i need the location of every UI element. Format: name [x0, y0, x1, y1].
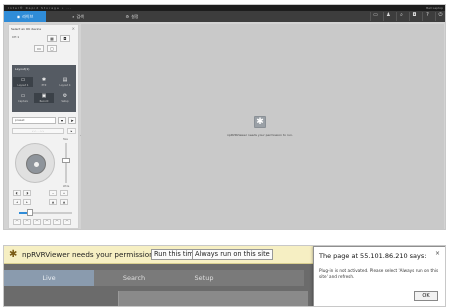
layout-icon[interactable]: ▭	[370, 12, 380, 21]
ptz-button[interactable]: ✱ PTZ	[34, 77, 54, 87]
grid-icon[interactable]: ▦	[47, 35, 57, 42]
camera-icon[interactable]: ◘	[409, 12, 419, 21]
screenshot-composite: Intel® Rapid Storage • ... Bell Laptop ◉…	[0, 0, 450, 308]
layout-4-label: Layout 4	[59, 84, 71, 87]
arrow-icon[interactable]: ▸	[67, 128, 76, 134]
zoom-in-icon[interactable]: +	[60, 190, 68, 196]
setup-label: Setup	[61, 100, 69, 103]
tab-live[interactable]: ◉ 라이브	[4, 11, 46, 22]
layout-1-label: Layout 1	[17, 84, 29, 87]
gear-icon: ⚙	[62, 93, 68, 99]
plugin-permission-message: npRVRViewer needs your permission to run…	[227, 133, 293, 137]
layout-icon: ▭	[20, 77, 26, 83]
tab-search[interactable]: Search	[104, 270, 164, 286]
camera-icon[interactable]: ◘	[60, 35, 70, 42]
tab-search-label: 검색	[76, 14, 84, 19]
alert-dialog: The page at 55.101.86.210 says: × Plug-i…	[313, 246, 445, 306]
help-icon[interactable]: ?	[422, 12, 432, 21]
gear-icon: ⚙	[125, 14, 130, 19]
ptz-icon: ✱	[41, 77, 47, 83]
aux-4-icon[interactable]: ⌒	[43, 219, 51, 225]
dialog-title: The page at 55.101.86.210 says:	[319, 252, 427, 260]
tab-live-label: 라이브	[22, 14, 34, 19]
plugin-puzzle-icon: ✱	[9, 249, 18, 260]
record-button[interactable]: ▣ Record	[34, 93, 54, 103]
tab-setup-label: 설정	[131, 14, 139, 19]
zoom-wide-label: Wide	[63, 185, 70, 188]
layout-1-button[interactable]: ▭ Layout 1	[13, 77, 33, 87]
direction-strip[interactable]: ‹ ‹ · · › ›	[12, 128, 64, 134]
aux-5-icon[interactable]: ⌒	[53, 219, 61, 225]
ok-button[interactable]: OK	[414, 291, 438, 301]
search-icon[interactable]: ⌕	[396, 12, 406, 21]
layout-panel-title: Layout(1)	[15, 67, 30, 71]
user-icon[interactable]: ♟	[383, 12, 393, 21]
viewer-app-screenshot: Intel® Rapid Storage • ... Bell Laptop ◉…	[3, 4, 446, 230]
iris-open-icon[interactable]: ◑	[23, 190, 31, 196]
focus-slider-knob[interactable]	[27, 209, 33, 216]
preset-select[interactable]: preset	[12, 117, 56, 124]
preset-save-icon[interactable]: ▲	[49, 199, 57, 205]
aux-6-icon[interactable]: ⌒	[63, 219, 71, 225]
aux-3-icon[interactable]: ⌒	[33, 219, 41, 225]
tab-live[interactable]: Live	[4, 270, 94, 286]
aux-2-icon[interactable]: ⌒	[23, 219, 31, 225]
focus-near-icon[interactable]: ◂	[13, 199, 21, 205]
layout-4-button[interactable]: ▤ Layout 4	[55, 77, 75, 87]
capture-button[interactable]: ▭ Capture	[13, 93, 33, 103]
zoom-out-icon[interactable]: −	[49, 190, 57, 196]
layout-panel: Layout(1) ▭ Layout 1 ✱ PTZ ▤ Layout 4 ▭ …	[12, 65, 76, 112]
iris-close-icon[interactable]: ◐	[13, 190, 21, 196]
viewer-nav-bar: Live Search Setup	[4, 270, 304, 286]
ptz-joystick-dot	[34, 162, 39, 167]
monitor-icon[interactable]: ▢	[47, 45, 57, 52]
always-run-button[interactable]: Always run on this site	[192, 249, 273, 260]
close-icon[interactable]: ×	[435, 250, 440, 257]
sidebar-close-icon[interactable]: ×	[72, 26, 75, 31]
go-icon[interactable]: ➤	[68, 117, 76, 124]
record-icon: ▣	[41, 93, 47, 99]
preset-load-icon[interactable]: ▲	[60, 199, 68, 205]
tab-setup[interactable]: ⚙ 설정	[110, 11, 154, 22]
setup-button[interactable]: ⚙ Setup	[55, 93, 75, 103]
layout-icon[interactable]: ▭	[34, 45, 44, 52]
dialog-message: Plug-in is not activated. Please select …	[319, 268, 439, 279]
sidebar-header: Select an OK device	[11, 27, 42, 31]
zoom-slider-track[interactable]	[65, 143, 67, 183]
search-icon: ⌕	[72, 14, 75, 19]
live-icon: ◉	[16, 14, 21, 19]
toolbar-right: ▭ ♟ ⌕ ◘ ? ⏻	[370, 12, 445, 21]
zoom-tele-label: Tele	[63, 138, 68, 141]
viewer-content-area	[118, 291, 308, 306]
tab-search[interactable]: ⌕ 검색	[56, 11, 100, 22]
ptz-joystick[interactable]	[15, 143, 55, 183]
device-sidebar: Select an OK device × CH 1 ▦ ◘ ▭ ▢ Layou…	[8, 24, 79, 229]
grid-icon: ▤	[62, 77, 68, 83]
plugin-puzzle-icon: ✱	[254, 116, 266, 128]
browser-prompt-screenshot: ✱ npRVRViewer needs your permission to r…	[3, 245, 446, 307]
capture-label: Capture	[18, 100, 28, 103]
zoom-slider-knob[interactable]	[62, 158, 70, 163]
exit-icon[interactable]: ⏻	[435, 12, 445, 21]
tab-setup[interactable]: Setup	[174, 270, 234, 286]
ptz-label: PTZ	[41, 84, 47, 87]
aux-1-icon[interactable]: ⌒	[13, 219, 21, 225]
record-label: Record	[39, 100, 49, 103]
focus-far-icon[interactable]: ▸	[23, 199, 31, 205]
chevron-down-icon[interactable]: ▾	[58, 117, 66, 124]
ptz-joystick-center[interactable]	[26, 154, 46, 174]
channel-label: CH 1	[12, 35, 20, 39]
capture-icon: ▭	[20, 93, 26, 99]
app-tab-bar: ◉ 라이브 ⌕ 검색 ⚙ 설정 ▭ ♟ ⌕ ◘ ? ⏻	[4, 11, 445, 22]
